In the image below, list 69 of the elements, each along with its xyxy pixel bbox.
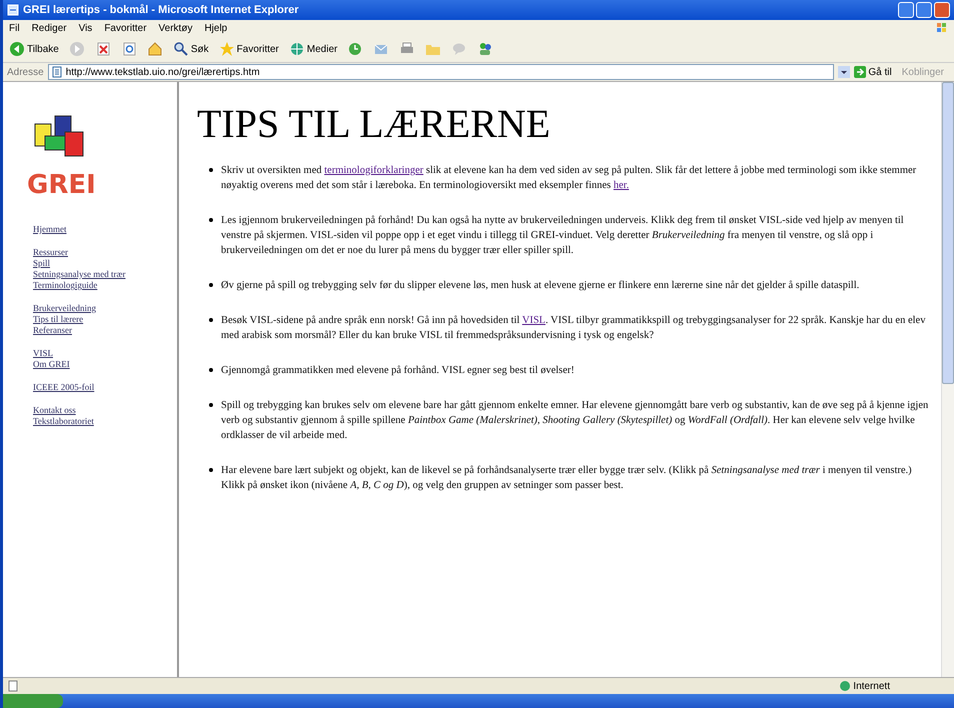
menu-item[interactable]: Fil <box>9 22 20 34</box>
page-heading: TIPS TIL LÆRERNE <box>197 100 552 147</box>
search-button[interactable]: Søk <box>170 41 211 57</box>
window-title: GREI lærertips - bokmål - Microsoft Internet Explorer <box>23 4 300 16</box>
home-icon <box>146 41 163 57</box>
tip-text: Skriv ut oversikten med terminologiforklaringer slik at elevene kan ha dem ved siden av seg på pulten. Slik får det lettere å jobbe med terminologi som ikke stemmer nøyaktig overens med det som står i læreboka. En terminologioversikt med eksempler finnes her. <box>221 164 918 193</box>
text-link[interactable]: terminologiforklaringer <box>324 165 424 176</box>
sidebar-link[interactable]: Ressurser <box>33 247 177 258</box>
media-button[interactable]: Medier <box>286 41 340 57</box>
sidebar-link[interactable]: Setningsanalyse med trær <box>33 269 177 280</box>
go-arrow-icon <box>854 66 866 78</box>
sidebar-link[interactable]: Brukerveiledning <box>33 303 177 314</box>
menu-item[interactable]: Hjelp <box>204 22 228 34</box>
stop-icon <box>94 41 111 57</box>
bullet-mark <box>209 218 213 222</box>
scrollbar[interactable] <box>941 82 954 677</box>
menu-item[interactable]: Vis <box>78 22 92 34</box>
text-link[interactable]: her. <box>614 180 629 191</box>
forward-icon <box>68 41 85 57</box>
speech-bubble-icon <box>451 41 468 57</box>
sidebar-link[interactable]: Tekstlaboratoriet <box>33 416 177 427</box>
globe-icon <box>839 680 852 692</box>
bullet-mark <box>209 368 213 372</box>
search-icon <box>172 41 189 57</box>
windows-logo-icon <box>936 22 948 34</box>
sidebar-link[interactable]: Hjemmet <box>33 224 177 235</box>
scrollbar-thumb[interactable] <box>942 82 954 384</box>
page-icon <box>50 66 63 78</box>
sidebar-link[interactable]: Terminologiguide <box>33 280 177 291</box>
start-button[interactable] <box>3 694 63 708</box>
text-link[interactable]: VISL <box>522 315 546 326</box>
bullet-mark <box>209 403 213 407</box>
sidebar-link[interactable]: VISL <box>33 348 177 359</box>
back-button[interactable]: Tilbake <box>7 41 61 57</box>
menu-item[interactable]: Verktøy <box>158 22 192 34</box>
bullet-mark <box>209 318 213 322</box>
bullet-mark <box>209 468 213 472</box>
minimize-button[interactable] <box>898 2 914 18</box>
sidebar-link[interactable]: Tips til lærere <box>33 314 177 325</box>
bullet-mark <box>209 283 213 287</box>
sidebar-link[interactable]: Spill <box>33 258 177 269</box>
favorites-button[interactable]: Favoritter <box>216 41 281 57</box>
back-icon <box>9 41 25 57</box>
tip-text: Besøk VISL-sidene på andre språk enn norsk! Gå inn på hovedsiden til VISL. VISL tilbyr grammatikkspill og trebyggingsanalyser for 22 språk. Kanskje har du en elev med arabisk som morsmål? Eller du kan bruke VISL til fremmedspråksundervisning i tysk og engelsk? <box>221 314 926 343</box>
go-button[interactable]: Gå til <box>854 66 892 78</box>
menu-item[interactable]: Favoritter <box>104 22 147 34</box>
globe-icon <box>288 41 305 57</box>
page-icon <box>7 680 19 692</box>
maximize-button[interactable] <box>916 2 932 18</box>
sidebar-link[interactable]: Om GREI <box>33 359 177 370</box>
refresh-icon <box>120 41 137 57</box>
clock-icon <box>347 41 364 57</box>
tip-text: Har elevene bare lært subjekt og objekt, kan de likevel se på forhåndsanalyserte trær eller bygge trær selv. (Klikk på Setningsanalyse med trær i menyen til venstre.) Klikk på ønsket ikon (nivåene A, B, C og D), og velg den gruppen av setninger som passer best. <box>221 464 913 493</box>
close-button[interactable] <box>934 2 950 18</box>
menu-item[interactable]: Rediger <box>32 22 67 34</box>
logo-text: GREI <box>27 170 97 200</box>
address-field[interactable]: http://www.tekstlab.uio.no/grei/lærertips.htm <box>48 64 834 80</box>
star-icon <box>218 41 235 57</box>
address-label: Adresse <box>7 66 44 78</box>
people-icon <box>477 41 494 57</box>
sidebar-link[interactable]: ICEEE 2005-foil <box>33 382 177 393</box>
tip-text: Øv gjerne på spill og trebygging selv før du slipper elevene løs, men husk at elevene gjerne er flinkere enn lærerne sine når det gjelder å spille dataspill. <box>221 279 860 293</box>
zone-label: Internett <box>839 680 950 692</box>
tip-text: Les igjennom brukerveiledningen på forhånd! Du kan også ha nytte av brukerveiledningen underveis. Klikk deg frem til ønsket VISL-side ved hjelp av menyen til venstre på skjermen. VISL-siden vil poppe opp i et eget vindu i tillegg til GREI-vinduet. Velg deretter Brukerveiledning fra menyen til venstre, og slå opp i brukerveiledningen om det er noe du lurer på mens du bygger trær eller spiller spill. <box>221 214 905 258</box>
sidebar-link[interactable]: Kontakt oss <box>33 405 177 416</box>
tip-text: Gjennomgå grammatikken med elevene på forhånd. VISL egner seg best til øvelser! <box>221 364 574 378</box>
tip-text: Spill og trebygging kan brukes selv om elevene bare har gått gjennom enkelte emner. Har elevene gjennomgått bare verb og substantiv, kan de øve seg på å kjenne igjen verb og substantiv gjennom å spille spillene Paintbox Game (Malerskrinet), Shooting Gallery (Skytespillet) og WordFall (Ordfall). Her kan elevene selv velge hvilke ordklasser de vil arbeide med. <box>221 399 929 443</box>
sidebar-link[interactable]: Referanser <box>33 325 177 336</box>
bullet-mark <box>209 168 213 172</box>
